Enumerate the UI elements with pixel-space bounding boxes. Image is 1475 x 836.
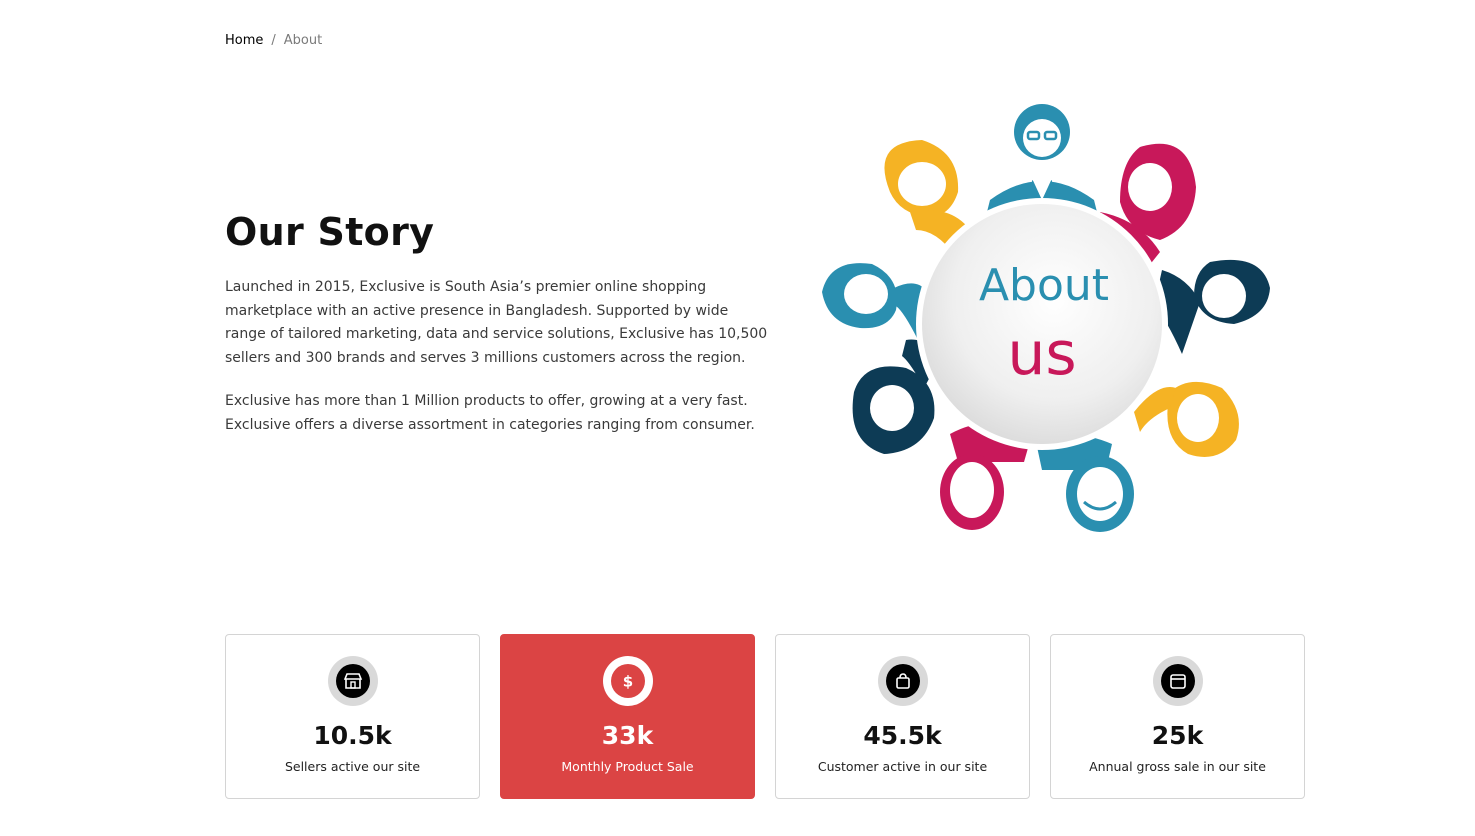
shopping-bag-icon (885, 664, 920, 698)
stat-label: Annual gross sale in our site (1089, 759, 1266, 774)
breadcrumb-separator: / (271, 33, 276, 48)
breadcrumb-home-link[interactable]: Home (225, 33, 263, 48)
svg-text:$: $ (622, 673, 632, 691)
illustration-us-text: us (1007, 319, 1076, 389)
stat-icon-ring (1152, 656, 1203, 706)
our-story-section: Our Story Launched in 2015, Exclusive is… (225, 210, 770, 457)
shop-icon (335, 664, 370, 698)
stat-card-sellers[interactable]: 10.5k Sellers active our site (225, 634, 480, 799)
stat-icon-ring: $ (602, 656, 653, 706)
person-navy-right (1154, 259, 1270, 354)
money-bag-icon (1160, 664, 1195, 698)
stat-icon-ring (327, 656, 378, 706)
illustration-about-text: About (979, 260, 1109, 311)
stat-label: Customer active in our site (817, 759, 988, 774)
stat-icon-ring (877, 656, 928, 706)
stat-value: 10.5k (313, 721, 392, 750)
stats-row: 10.5k Sellers active our site $ 33k Mont… (225, 634, 1305, 799)
about-us-illustration: About us (810, 92, 1280, 542)
breadcrumb-current: About (283, 33, 323, 48)
stat-label: Sellers active our site (284, 759, 421, 774)
stat-value: 33k (601, 721, 654, 750)
person-yellow-bottom-right (1134, 381, 1239, 457)
stat-card-monthly-sale[interactable]: $ 33k Monthly Product Sale (500, 634, 755, 799)
breadcrumb: Home / About (225, 33, 322, 48)
story-paragraph-2: Exclusive has more than 1 Million produc… (225, 393, 755, 433)
stat-value: 25k (1151, 721, 1204, 750)
dollar-icon: $ (610, 664, 645, 698)
stat-value: 45.5k (863, 721, 942, 750)
about-us-people-circle-image: About us (822, 104, 1270, 532)
story-title: Our Story (225, 210, 435, 254)
stat-label: Monthly Product Sale (561, 759, 694, 774)
story-paragraph-1: Launched in 2015, Exclusive is South Asi… (225, 279, 768, 366)
stat-card-annual-gross[interactable]: 25k Annual gross sale in our site (1050, 634, 1305, 799)
stat-card-customers[interactable]: 45.5k Customer active in our site (775, 634, 1030, 799)
